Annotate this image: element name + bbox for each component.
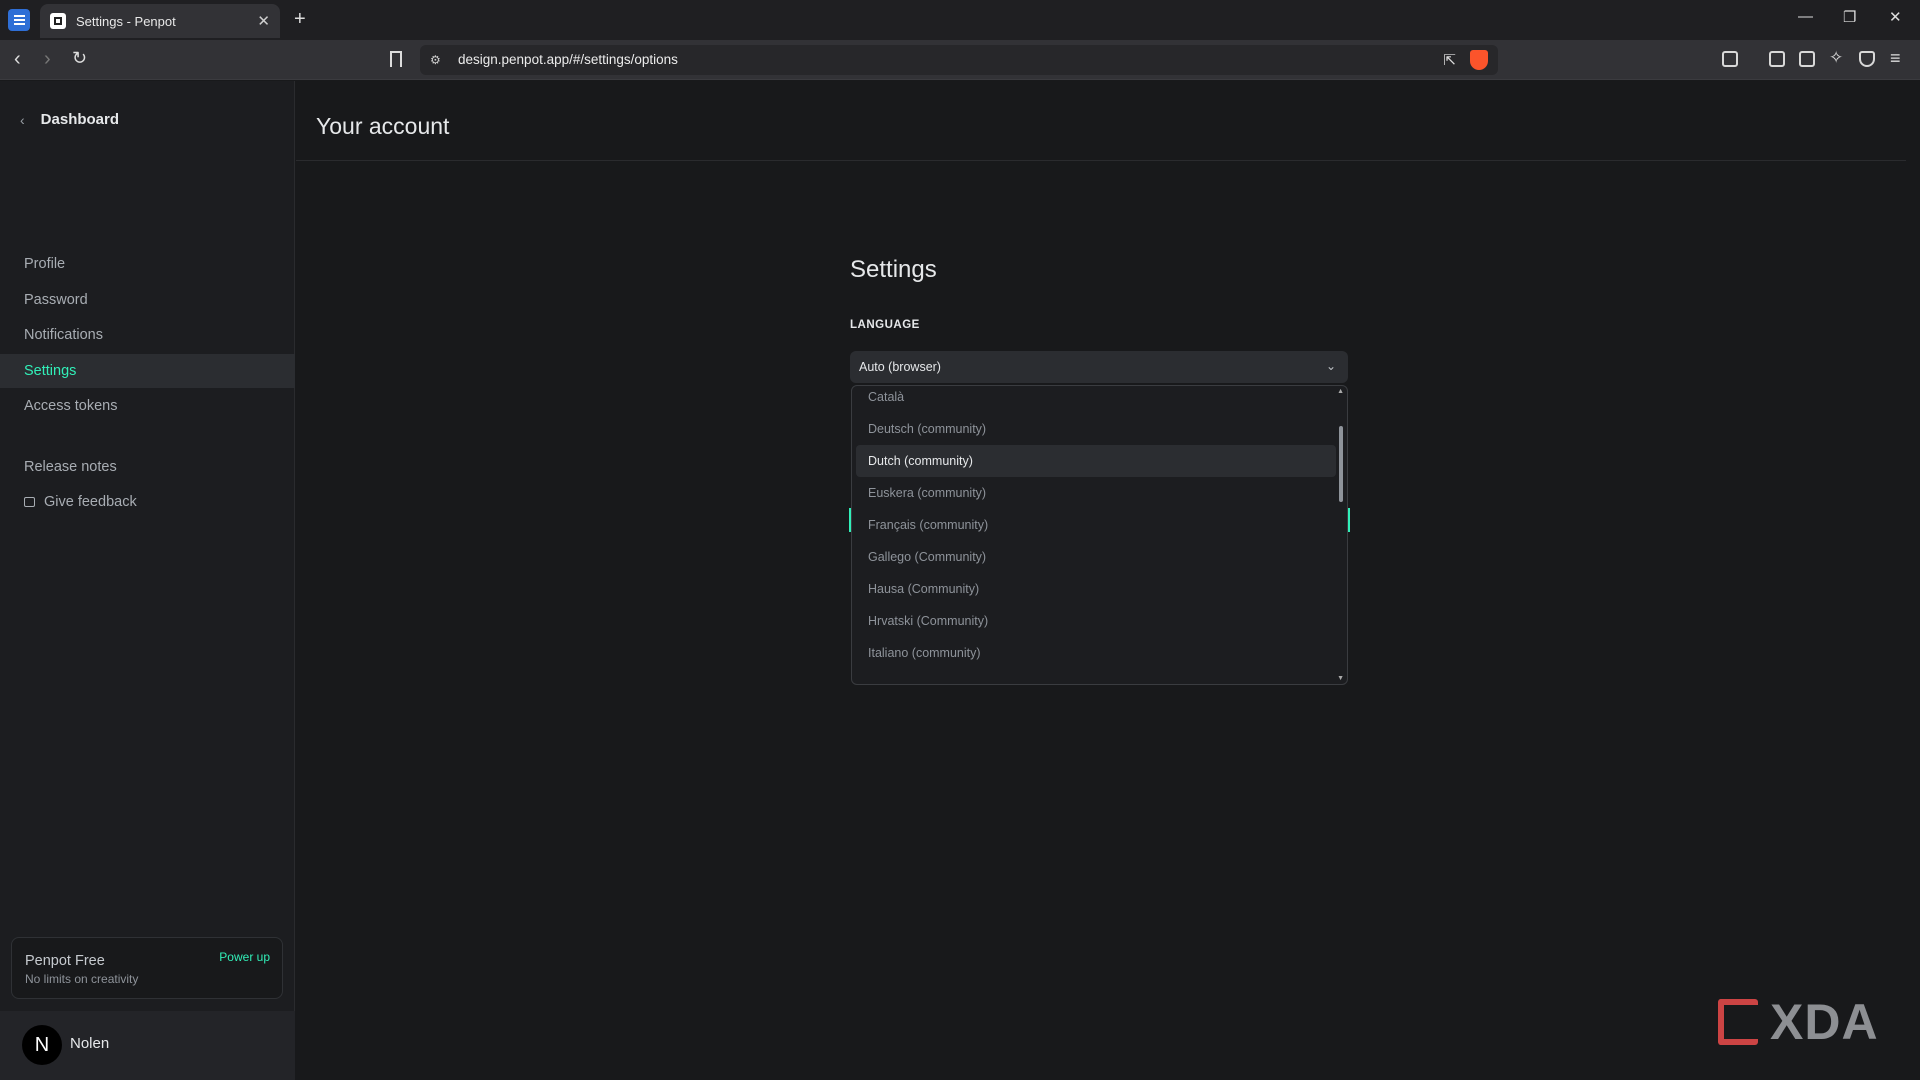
chevron-left-icon: ‹ (20, 111, 25, 128)
chevron-down-icon: ⌄ (1325, 359, 1336, 373)
scroll-up-icon[interactable]: ▲ (1337, 388, 1344, 395)
power-up-link[interactable]: Power up (219, 950, 270, 964)
page-header: Your account (296, 81, 1906, 161)
user-menu[interactable]: N Nolen (0, 1011, 295, 1080)
hidden-button-edge-right (1348, 508, 1350, 532)
page-title: Your account (316, 113, 450, 139)
language-select[interactable]: Auto (browser) ⌄ (850, 351, 1348, 383)
menu-icon[interactable]: ≡ (1890, 48, 1901, 69)
share-icon[interactable]: ⇱ (1443, 51, 1456, 69)
language-dropdown: ▲ Català Deutsch (community) Dutch (comm… (851, 385, 1348, 685)
language-option[interactable]: Hausa (Community) (856, 573, 1336, 605)
give-feedback-label: Give feedback (44, 494, 137, 510)
tab-title: Settings - Penpot (76, 13, 176, 29)
minimize-icon[interactable]: — (1798, 8, 1813, 25)
sidebar-panel-icon[interactable] (1769, 51, 1785, 67)
watermark: XDA (1770, 994, 1879, 1050)
sidebar-item-settings[interactable]: Settings (0, 354, 295, 388)
language-option[interactable]: Euskera (community) (856, 477, 1336, 509)
restore-icon[interactable]: ❐ (1843, 8, 1856, 26)
wallet-icon[interactable] (1799, 51, 1815, 67)
sidebar-item-notifications[interactable]: Notifications (0, 318, 295, 352)
sidebar-item-give-feedback[interactable]: Give feedback (0, 485, 295, 519)
avatar: N (22, 1025, 62, 1065)
close-window-icon[interactable]: ✕ (1889, 8, 1902, 26)
vpn-shield-icon[interactable] (1859, 51, 1875, 67)
close-tab-icon[interactable]: ✕ (257, 12, 270, 30)
browser-toolbar: ‹ › ↻ ⚙ design.penpot.app/#/settings/opt… (0, 40, 1920, 80)
language-option[interactable]: Gallego (Community) (856, 541, 1336, 573)
language-label: LANGUAGE (850, 319, 920, 331)
scroll-down-icon[interactable]: ▼ (1337, 675, 1344, 682)
sidebar-item-access-tokens[interactable]: Access tokens (0, 389, 295, 423)
brave-shields-icon[interactable] (1470, 50, 1488, 70)
browser-tab-bar: Settings - Penpot ✕ + — ❐ ✕ (0, 0, 1920, 40)
dashboard-back-link[interactable]: ‹ Dashboard (20, 111, 119, 128)
back-icon[interactable]: ‹ (14, 48, 21, 71)
plan-subtitle: No limits on creativity (25, 972, 139, 986)
forward-icon[interactable]: › (44, 48, 51, 71)
sidebar-item-release-notes[interactable]: Release notes (0, 450, 295, 484)
url-text[interactable]: design.penpot.app/#/settings/options (458, 52, 678, 67)
penpot-app: ‹ Dashboard Profile Password Notificatio… (0, 81, 1920, 1080)
address-bar[interactable]: ⚙ design.penpot.app/#/settings/options ⇱ (420, 45, 1498, 75)
sidebar-toggle-icon[interactable] (8, 9, 30, 31)
browser-tab[interactable]: Settings - Penpot ✕ (40, 4, 280, 38)
language-option[interactable]: Français (community) (856, 509, 1336, 541)
sidebar-item-profile[interactable]: Profile (0, 247, 295, 281)
sidebar-item-password[interactable]: Password (0, 283, 295, 317)
language-option-highlighted[interactable]: Dutch (community) (856, 445, 1336, 477)
site-settings-icon[interactable]: ⚙ (430, 53, 441, 67)
xda-logo-icon (1718, 999, 1758, 1045)
language-option[interactable]: Hrvatski (Community) (856, 605, 1336, 637)
new-tab-icon[interactable]: + (294, 8, 306, 31)
dashboard-label: Dashboard (40, 111, 120, 128)
dropdown-scrollbar[interactable] (1339, 426, 1343, 502)
leo-ai-icon[interactable]: ✧ (1829, 48, 1843, 68)
settings-title: Settings (850, 256, 937, 283)
penpot-favicon-icon (50, 13, 66, 29)
reload-icon[interactable]: ↻ (72, 48, 87, 69)
bookmark-icon[interactable] (390, 51, 402, 67)
language-option[interactable]: Italiano (community) (856, 637, 1336, 669)
screenshot-icon[interactable] (1722, 51, 1738, 67)
account-sidebar: ‹ Dashboard Profile Password Notificatio… (0, 81, 295, 1080)
language-select-value: Auto (browser) (859, 360, 941, 374)
user-name: Nolen (70, 1035, 110, 1052)
language-option[interactable]: Català (856, 386, 1336, 413)
language-option[interactable]: Deutsch (community) (856, 413, 1336, 445)
feedback-icon (24, 497, 35, 507)
plan-card: Penpot Free No limits on creativity Powe… (11, 937, 283, 999)
plan-name: Penpot Free (25, 953, 105, 969)
